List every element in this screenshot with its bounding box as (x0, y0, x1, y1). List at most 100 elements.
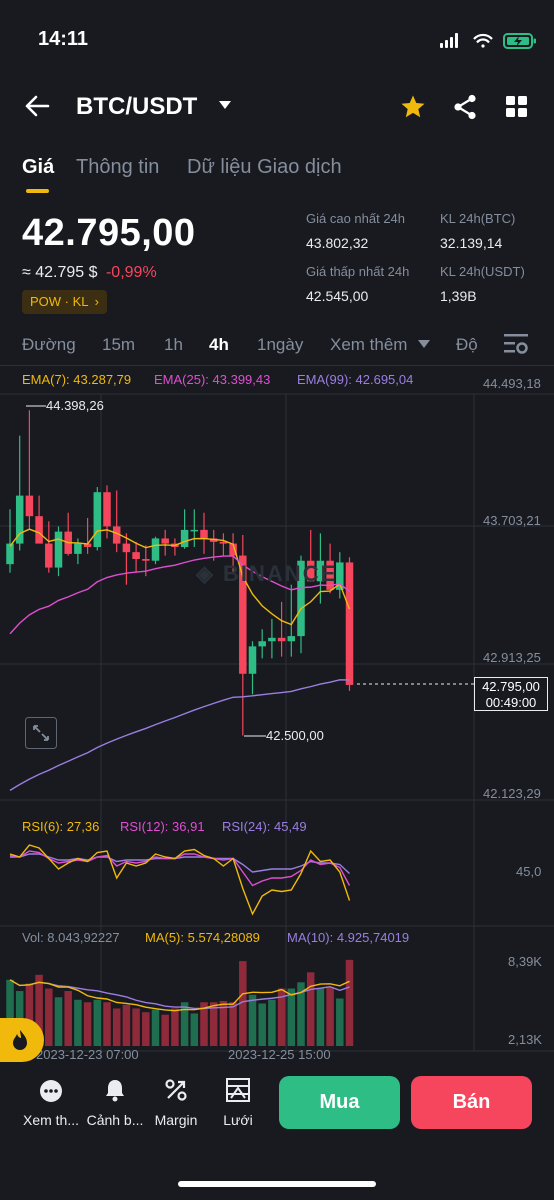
current-price-value: 42.795,00 (482, 679, 540, 694)
star-icon[interactable] (400, 94, 426, 120)
volume-bar (132, 1008, 140, 1046)
volume-bar (74, 999, 82, 1046)
wifi-icon (473, 33, 493, 48)
volume-bar (190, 1013, 199, 1046)
interval-4h[interactable]: 4h (209, 335, 229, 355)
candle-body (25, 495, 34, 517)
interval-1d[interactable]: 1ngày (257, 335, 303, 355)
battery-icon (503, 33, 536, 49)
watermark-logo: ◈ BINANCE (196, 561, 338, 586)
caret-down-icon[interactable] (218, 100, 232, 110)
volume-bar (229, 1002, 237, 1046)
buy-button[interactable]: Mua (279, 1076, 400, 1129)
last-price: 42.795,00 (22, 212, 196, 254)
volume-bars (6, 959, 354, 1046)
rsi6-line (9, 844, 351, 916)
candle-body (277, 637, 286, 642)
tag-chip[interactable]: POW · KL › (22, 290, 107, 314)
signal-icon (440, 33, 458, 48)
nav-grid[interactable]: Lưới (208, 1112, 268, 1128)
tab-price[interactable]: Giá (22, 156, 54, 179)
volume-bar (151, 1009, 160, 1046)
volume-bar (248, 994, 257, 1046)
stat-vol-usdt-value: 1,39B (440, 288, 477, 304)
volume-bar (64, 991, 72, 1046)
stat-low-label: Giá thấp nhất 24h (306, 264, 410, 279)
fiat-price-row: ≈ 42.795 $ -0,99% (22, 264, 157, 282)
current-price-tag: 42.795,00 00:49:00 (474, 677, 548, 711)
volume-bar (326, 987, 334, 1046)
candle-body (287, 636, 296, 642)
candle-body (35, 516, 43, 544)
nav-alerts[interactable]: Cảnh b... (84, 1112, 146, 1128)
volume-bar (209, 1002, 218, 1046)
grid-icon[interactable] (506, 96, 528, 118)
grid-lines (0, 393, 554, 1052)
volume-bar (258, 1003, 266, 1046)
rsi-level-label: 45,0 (516, 864, 542, 879)
chart-settings-icon[interactable] (504, 333, 528, 357)
candle-body (258, 641, 266, 647)
candle-body (200, 529, 208, 539)
vol-ma10-label: MA(10): 4.925,74019 (287, 930, 410, 945)
tag-chip-label: POW · KL (30, 294, 89, 309)
nav-margin[interactable]: Margin (146, 1112, 206, 1128)
volume-bar (54, 997, 63, 1046)
rsi-lines (9, 844, 351, 916)
candle-body (74, 543, 82, 554)
candle-countdown: 00:49:00 (485, 695, 537, 710)
candle-body (161, 538, 169, 544)
margin-icon[interactable] (164, 1078, 188, 1102)
volume-bar (122, 1004, 131, 1046)
grid-bot-icon[interactable] (226, 1078, 250, 1102)
floating-action-button[interactable] (0, 1018, 44, 1062)
candle-body (54, 531, 63, 568)
fiat-price: ≈ 42.795 $ (22, 264, 98, 281)
stat-vol-usdt-label: KL 24h(USDT) (440, 264, 525, 279)
candle-body (248, 646, 257, 674)
bell-icon[interactable] (104, 1078, 126, 1102)
rsi24-label: RSI(24): 45,49 (222, 819, 307, 834)
status-time: 14:11 (38, 28, 89, 50)
status-icons (440, 33, 536, 49)
volume-bar (112, 1008, 121, 1046)
candle-body (345, 562, 354, 685)
fullscreen-icon[interactable] (25, 717, 57, 749)
more-icon[interactable] (39, 1079, 63, 1103)
interval-1h[interactable]: 1h (164, 335, 183, 355)
interval-15m[interactable]: 15m (102, 335, 135, 355)
rsi12-label: RSI(12): 36,91 (120, 819, 205, 834)
candle-body (268, 637, 276, 642)
x-date-label: 2023-12-25 15:00 (228, 1047, 331, 1062)
vol-ma5-label: MA(5): 5.574,28089 (145, 930, 260, 945)
volume-bar (287, 988, 296, 1046)
interval-line[interactable]: Đường (22, 335, 76, 355)
y-axis-label: 42.123,29 (483, 786, 541, 801)
low-marker: 42.500,00 (266, 728, 324, 743)
y-axis-label: 44.493,18 (483, 376, 541, 391)
stat-vol-btc-label: KL 24h(BTC) (440, 211, 516, 226)
candle-body (45, 543, 53, 568)
candle-body (132, 552, 140, 560)
sell-button[interactable]: Bán (411, 1076, 532, 1129)
share-icon[interactable] (453, 94, 477, 120)
stat-low-value: 42.545,00 (306, 288, 369, 304)
back-arrow-icon[interactable] (24, 94, 50, 118)
candlestick-chart[interactable] (0, 366, 554, 1060)
candle-body (180, 529, 189, 548)
nav-more[interactable]: Xem th... (20, 1112, 82, 1128)
tab-info[interactable]: Thông tin (76, 156, 159, 179)
candle-body (151, 538, 160, 561)
vol-top-label: 8,39K (508, 954, 542, 969)
chevron-right-icon: › (94, 294, 99, 309)
depth-tab[interactable]: Độ (456, 335, 478, 355)
pair-title[interactable]: BTC/USDT (76, 93, 197, 121)
stat-high-value: 43.802,32 (306, 235, 369, 251)
tab-trading-data[interactable]: Dữ liệu Giao dịch (187, 156, 342, 179)
rsi6-label: RSI(6): 27,36 (22, 819, 100, 834)
high-marker: 44.398,26 (46, 398, 104, 413)
volume-bar (83, 1002, 92, 1046)
volume-bar (345, 959, 354, 1046)
interval-more[interactable]: Xem thêm (330, 335, 407, 355)
candle-body (122, 543, 131, 553)
